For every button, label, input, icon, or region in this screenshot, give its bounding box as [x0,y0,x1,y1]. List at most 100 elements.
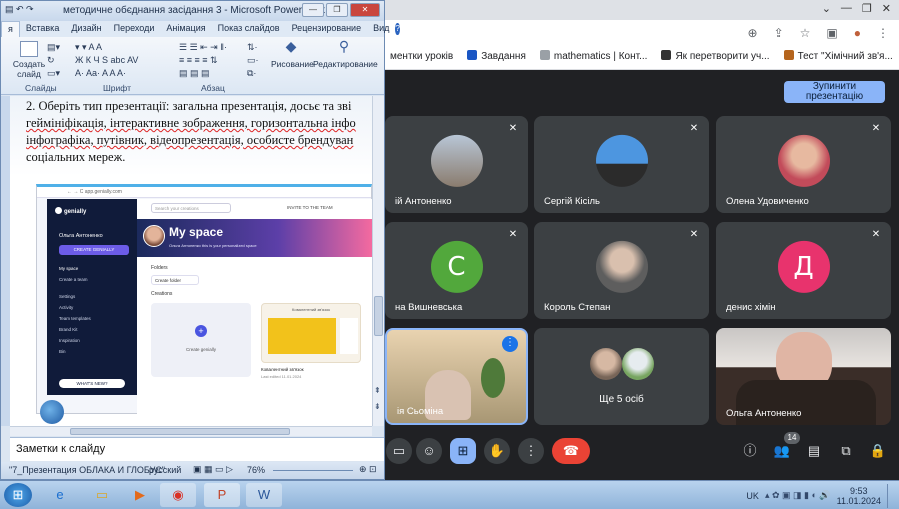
mic-off-icon: ✕ [871,123,881,134]
show-desktop-button[interactable] [887,483,895,508]
new-slide-button[interactable]: Создать слайд [11,41,47,79]
avatar [595,134,648,187]
raise-hand-icon[interactable]: ✋ [484,438,510,464]
participant-tile[interactable]: ✕ ій Антоненко [385,116,528,213]
vertical-scrollbar[interactable]: ⇞ ⇟ [372,96,384,426]
paragraph-controls[interactable]: ☰ ☰ ⇤ ⇥ ‖· ≡ ≡ ≡ ≡ ⇅ ▤ ▤ ▤ [179,41,227,80]
tab-view[interactable]: Вид [367,21,395,37]
info-icon[interactable]: ⓘ [739,440,761,462]
host-controls-icon[interactable]: 🔒 [867,440,889,462]
embedded-user: Ольга Антоненко [59,233,103,239]
notes-pane[interactable]: Заметки к слайду [10,437,384,461]
bookmarks-bar: ментки уроків Завдання mathematics | Кон… [384,46,899,66]
embedded-screenshot[interactable]: ← → C app.genially.com genially Ольга Ан… [36,184,372,415]
language-indicator[interactable]: UK [746,491,759,501]
chevron-down-icon[interactable]: ⌄ [822,2,831,15]
emoji-icon[interactable]: ☺ [416,438,442,464]
participant-tile[interactable]: ✕ Король Степан [534,222,709,319]
start-button[interactable]: ⊞ [4,483,32,507]
drawing-button[interactable]: ◆ Рисование [271,39,314,69]
taskbar: ⊞ e ▭ ▶ ◉ P W UK ▴ ✿ ▣ ◨ ▮ ◐ 🔊 9:53 11.0… [0,480,899,509]
profile-icon[interactable]: ● [854,26,861,40]
plus-icon: + [195,325,207,337]
participant-video-tile[interactable]: ⋮ ія Сьоміна [385,328,528,425]
star-icon[interactable]: ☆ [800,26,811,40]
restore-button[interactable]: ❐ [326,3,348,17]
bookmark-item[interactable]: Тест "Хімічний зв'я... [783,50,893,62]
editing-button[interactable]: ⚲ Редактирование [313,39,378,69]
minimize-icon[interactable]: — [841,2,852,15]
tab-transitions[interactable]: Переходи [108,21,161,37]
window-controls: — ❐ ✕ [302,3,380,17]
sidepanel-icon[interactable]: ▣ [826,26,837,40]
scroll-thumb[interactable] [70,428,290,435]
participant-tile[interactable]: Д ✕ денис хімін [716,222,891,319]
next-slide-icon[interactable]: ⇟ [374,402,381,411]
activities-icon[interactable]: ⧉ [835,440,857,462]
leave-call-button[interactable]: ☎ [552,438,590,464]
tab-slideshow[interactable]: Показ слайдов [212,21,286,37]
participant-name: Олена Удовиченко [726,196,809,207]
slide-canvas[interactable]: 2. Оберіть тип презентації: загальна пре… [10,96,372,426]
embedded-nav: My space Create a team Settings Activity… [59,266,91,354]
close-icon[interactable]: ✕ [882,2,891,15]
participant-video-tile[interactable]: Ольга Антоненко [716,328,891,425]
status-language[interactable]: русский [149,465,181,475]
zoom-slider[interactable] [273,470,353,471]
tab-insert[interactable]: Вставка [20,21,65,37]
arrange-controls[interactable]: ⇅· ▭· ⧉· [247,41,259,80]
bookmark-item[interactable]: ментки уроків [390,51,453,62]
font-controls[interactable]: ▾ ▾ A AЖ К Ч S abc AV A· Aa· A A A· [75,41,138,80]
tab-design[interactable]: Дизайн [65,21,107,37]
powerpoint-icon[interactable]: P [204,483,240,507]
bookmark-icon [539,50,550,60]
captions-icon[interactable]: ▭ [386,438,412,464]
chat-icon[interactable]: ▤ [803,440,825,462]
ie-icon[interactable]: e [42,483,78,507]
help-icon[interactable]: ? [395,23,400,35]
participant-tile[interactable]: ✕ Олена Удовиченко [716,116,891,213]
fit-window-icon[interactable]: ⊕ ⊡ [359,464,377,475]
address-bar-icons: ⊕ ⇪ ☆ ▣ ● ⋮ [748,26,889,40]
embedded-creation-card: Ковалентний зв'язок [261,303,361,363]
participant-tile[interactable]: ✕ Сергій Кісіль [534,116,709,213]
close-button[interactable]: ✕ [350,3,380,17]
participant-tile[interactable]: С ✕ на Вишневська [385,222,528,319]
more-options-icon[interactable]: ⋮ [518,438,544,464]
mic-off-icon: ✕ [871,229,881,240]
participant-group-tile[interactable]: Ще 5 осіб [534,328,709,425]
chrome-icon[interactable]: ◉ [160,483,196,507]
embedded-folders-label: Folders [151,265,168,271]
clock[interactable]: 9:53 11.01.2024 [837,486,881,506]
tab-home[interactable]: я [1,21,20,37]
address-bar[interactable]: ⊕ ⇪ ☆ ▣ ● ⋮ [384,22,899,46]
stop-presenting-button[interactable]: Зупинити презентацію [784,81,885,103]
zoom-icon[interactable]: ⊕ [748,26,758,40]
zoom-level[interactable]: 76% [247,465,265,475]
layout-controls[interactable]: ▤▾ ↻ ▭▾ [47,41,60,80]
bookmark-item[interactable]: mathematics | Конт... [539,50,647,62]
present-icon[interactable]: ⊞ [450,438,476,464]
embedded-create-button: CREATE GENIALLY [59,245,129,255]
slide-body-text[interactable]: 2. Оберіть тип презентації: загальна пре… [26,98,372,166]
menu-icon[interactable]: ⋮ [877,26,889,40]
embedded-main: Search your creations INVITE TO THE TEAM… [137,199,372,415]
tab-animations[interactable]: Анімация [160,21,211,37]
maximize-icon[interactable]: ❐ [862,2,872,15]
horizontal-scrollbar[interactable] [10,426,372,436]
bookmark-item[interactable]: Як перетворити уч... [661,50,770,62]
tray-icons[interactable]: ▴ ✿ ▣ ◨ ▮ ◐ 🔊 [765,490,831,501]
media-player-icon[interactable]: ▶ [122,483,158,507]
explorer-icon[interactable]: ▭ [84,483,120,507]
tab-review[interactable]: Рецензирование [286,21,368,37]
minimize-button[interactable]: — [302,3,324,17]
scroll-thumb[interactable] [374,296,383,336]
slide-thumbnails-pane[interactable] [1,96,10,426]
word-icon[interactable]: W [246,483,282,507]
prev-slide-icon[interactable]: ⇞ [374,386,381,395]
view-buttons[interactable]: ▣ ▦ ▭ ▷ [193,464,233,475]
share-icon[interactable]: ⇪ [774,26,784,40]
embedded-card-title: Ковалентний зв'язок [261,367,304,372]
bookmark-item[interactable]: Завдання [467,50,526,62]
embedded-whatsnew: WHAT'S NEW? [59,379,125,388]
